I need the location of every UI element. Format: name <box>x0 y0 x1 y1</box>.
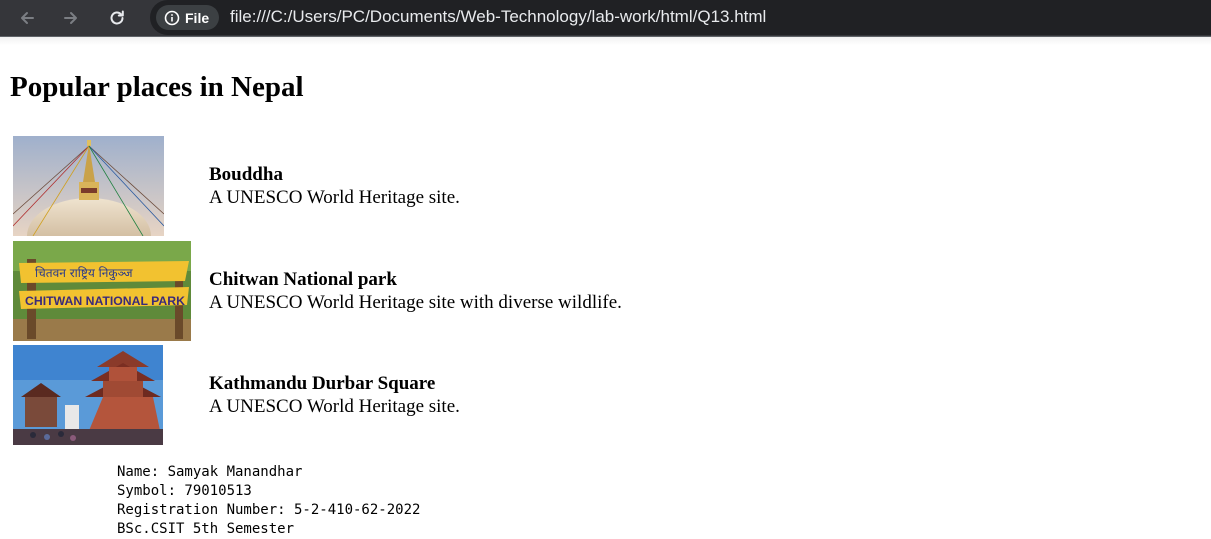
image-cell <box>13 134 209 239</box>
page-title: Popular places in Nepal <box>10 71 304 103</box>
place-name: Kathmandu Durbar Square <box>209 373 436 395</box>
place-text-cell: Kathmandu Durbar Square A UNESCO World H… <box>209 343 622 448</box>
table-row: चितवन राष्ट्रिय निकुञ्ज CHITWAN NATIONAL… <box>13 239 622 344</box>
reload-button[interactable] <box>102 3 132 33</box>
arrow-left-icon <box>21 12 34 24</box>
url-text[interactable]: file:///C:/Users/PC/Documents/Web-Techno… <box>230 7 766 27</box>
image-cell <box>13 343 209 448</box>
sign-devanagari-text: चितवन राष्ट्रिय निकुञ्ज <box>35 266 134 281</box>
reload-icon <box>110 10 124 25</box>
student-symbol: Symbol: 79010513 <box>117 483 252 499</box>
image-cell: चितवन राष्ट्रिय निकुञ्ज CHITWAN NATIONAL… <box>13 239 209 344</box>
place-text-cell: Bouddha A UNESCO World Heritage site. <box>209 134 622 239</box>
table-row: Kathmandu Durbar Square A UNESCO World H… <box>13 343 622 448</box>
page-content: Popular places in Nepal Bouddha A UNESCO… <box>0 44 1211 538</box>
forward-button[interactable] <box>56 3 86 33</box>
place-description: A UNESCO World Heritage site. <box>209 396 460 418</box>
sign-english-text: CHITWAN NATIONAL PARK <box>25 296 186 308</box>
registration-number: Registration Number: 5-2-410-62-2022 <box>117 502 421 518</box>
chitwan-sign-image: चितवन राष्ट्रिय निकुञ्ज CHITWAN NATIONAL… <box>13 240 191 341</box>
site-chip-label: File <box>185 9 210 26</box>
site-info-chip[interactable]: File <box>156 5 220 30</box>
table-row: Bouddha A UNESCO World Heritage site. <box>13 134 622 239</box>
place-name: Chitwan National park <box>209 268 397 290</box>
info-icon <box>164 10 180 25</box>
student-info: Name: Samyak Manandhar Symbol: 79010513 Re… <box>117 463 420 539</box>
address-bar[interactable]: File file:///C:/Users/PC/Documents/Web-T… <box>150 0 1211 35</box>
place-description: A UNESCO World Heritage site with divers… <box>209 291 622 313</box>
place-description: A UNESCO World Heritage site. <box>209 187 460 209</box>
places-table: Bouddha A UNESCO World Heritage site. चि… <box>13 134 622 448</box>
semester: BSc.CSIT 5th Semester <box>117 521 295 537</box>
arrow-right-icon <box>64 12 77 24</box>
bouddha-stupa-image <box>13 136 164 237</box>
back-button[interactable] <box>12 3 42 33</box>
place-name: Bouddha <box>209 164 283 186</box>
browser-toolbar: File file:///C:/Users/PC/Documents/Web-T… <box>0 0 1211 37</box>
student-name: Name: Samyak Manandhar <box>117 464 303 480</box>
place-text-cell: Chitwan National park A UNESCO World Her… <box>209 239 622 344</box>
durbar-square-image <box>13 345 163 446</box>
